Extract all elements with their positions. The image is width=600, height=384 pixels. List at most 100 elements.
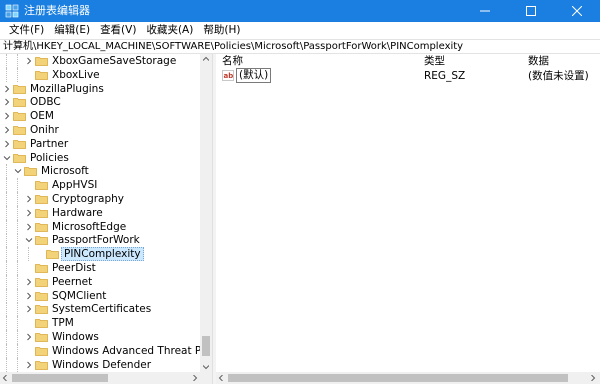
chevron-right-icon <box>27 278 32 286</box>
folder-icon <box>35 222 48 232</box>
scroll-left-button[interactable] <box>216 372 226 384</box>
scroll-left-button[interactable] <box>0 372 10 384</box>
expand-toggle[interactable] <box>24 360 34 370</box>
tree-item-label: AppHVSI <box>52 179 98 192</box>
folder-icon <box>35 235 48 246</box>
tree-item[interactable]: MicrosoftEdge <box>0 219 212 234</box>
tree-guide-line <box>6 164 7 179</box>
expand-toggle[interactable] <box>24 56 34 66</box>
expand-toggle[interactable] <box>24 222 34 232</box>
tree-item[interactable]: AppHVSI <box>0 178 212 193</box>
tree-guide-line <box>6 219 7 234</box>
tree-guide-line <box>6 302 7 317</box>
column-header-data[interactable]: 数据 <box>528 54 549 68</box>
tree-item[interactable]: ODBC <box>0 95 212 109</box>
tree-guide-line <box>17 205 18 220</box>
menu-favorites[interactable]: 收藏夹(A) <box>141 22 198 39</box>
column-header-type[interactable]: 类型 <box>424 54 445 68</box>
menu-edit[interactable]: 编辑(E) <box>49 22 95 39</box>
tree-item[interactable]: Microsoft <box>0 164 212 179</box>
tree-item[interactable]: Windows <box>0 330 212 344</box>
expand-toggle[interactable] <box>24 332 34 342</box>
collapse-toggle[interactable] <box>2 153 12 163</box>
tree-guide-line <box>6 274 7 289</box>
minimize-button[interactable] <box>462 0 508 22</box>
tree-item[interactable]: Windows Advanced Threat Protection <box>0 343 212 358</box>
tree-item-label: PINComplexity <box>61 247 144 262</box>
expand-toggle[interactable] <box>2 111 12 121</box>
tree-item-label: XboxLive <box>52 68 100 81</box>
tree-guide-line <box>6 233 7 248</box>
values-horizontal-scroll-thumb[interactable] <box>228 374 568 382</box>
close-button[interactable] <box>554 0 600 22</box>
column-header-name[interactable]: 名称 <box>222 54 243 68</box>
tree-guide-line <box>6 247 7 262</box>
tree-guide-line <box>6 178 7 193</box>
tree-guide-line <box>17 233 18 248</box>
collapse-toggle[interactable] <box>24 235 34 245</box>
string-value-icon: ab <box>222 70 234 81</box>
folder-icon <box>35 263 48 273</box>
address-bar[interactable]: 计算机\HKEY_LOCAL_MACHINE\SOFTWARE\Policies… <box>0 39 600 54</box>
tree-item[interactable]: Cryptography <box>0 192 212 206</box>
chevron-down-icon <box>3 155 11 160</box>
tree-item[interactable]: PassportForWork <box>0 233 212 248</box>
tree-guide-line <box>6 54 7 68</box>
tree-guide-line <box>6 288 7 303</box>
tree-item[interactable]: XboxGameSaveStorage <box>0 54 212 68</box>
tree-item[interactable]: Windows Defender <box>0 357 212 372</box>
tree-guide-line <box>6 67 7 82</box>
tree-horizontal-scrollbar[interactable] <box>0 372 212 384</box>
tree-item[interactable]: Partner <box>0 137 212 151</box>
value-row[interactable]: ab (默认) REG_SZ (数值未设置) <box>216 68 600 84</box>
tree-guide-line <box>17 302 18 317</box>
chevron-right-icon <box>193 375 198 381</box>
tree-item[interactable]: Peernet <box>0 274 212 289</box>
tree-item[interactable]: TPM <box>0 316 212 331</box>
expand-toggle[interactable] <box>24 291 34 301</box>
tree-item-label: Hardware <box>52 206 103 219</box>
scroll-down-button[interactable] <box>200 362 212 372</box>
values-pane: 名称 类型 数据 ab (默认) REG_SZ (数值未设置) <box>216 54 600 372</box>
expand-toggle[interactable] <box>2 97 12 107</box>
scroll-right-button[interactable] <box>190 372 200 384</box>
maximize-button[interactable] <box>508 0 554 22</box>
tree-item[interactable]: SystemCertificates <box>0 302 212 317</box>
tree-item[interactable]: Onihr <box>0 123 212 137</box>
expand-toggle[interactable] <box>24 304 34 314</box>
chevron-down-icon <box>25 238 33 243</box>
scroll-right-button[interactable] <box>588 372 598 384</box>
tree-item-label: TPM <box>52 317 74 330</box>
folder-icon <box>35 70 48 80</box>
tree-guide-line <box>17 316 18 331</box>
menu-view[interactable]: 查看(V) <box>95 22 141 39</box>
expand-toggle[interactable] <box>24 208 34 218</box>
tree-item[interactable]: Policies <box>0 151 212 165</box>
expand-toggle[interactable] <box>24 194 34 204</box>
tree-guide-line <box>6 316 7 331</box>
chevron-left-icon <box>218 375 223 381</box>
expand-toggle[interactable] <box>2 139 12 149</box>
tree-item[interactable]: XboxLive <box>0 67 212 82</box>
registry-key-tree: XboxGameSaveStorage XboxLive MozillaPlugin… <box>0 54 212 372</box>
tree-item[interactable]: MozillaPlugins <box>0 82 212 96</box>
tree-item[interactable]: SQMClient <box>0 288 212 303</box>
expand-toggle[interactable] <box>2 84 12 94</box>
tree-item[interactable]: Hardware <box>0 205 212 220</box>
value-name[interactable]: (默认) <box>236 68 272 83</box>
expand-toggle[interactable] <box>24 277 34 287</box>
tree-item-label: Windows Advanced Threat Protection <box>52 344 212 357</box>
tree-vertical-scrollbar[interactable] <box>200 54 212 372</box>
menu-help[interactable]: 帮助(H) <box>198 22 245 39</box>
menu-file[interactable]: 文件(F) <box>4 22 49 39</box>
scroll-up-button[interactable] <box>200 54 212 64</box>
collapse-toggle[interactable] <box>13 166 23 176</box>
tree-item[interactable]: PeerDist <box>0 261 212 275</box>
tree-item[interactable]: OEM <box>0 109 212 123</box>
values-horizontal-scrollbar[interactable] <box>216 372 600 384</box>
tree-horizontal-scroll-thumb[interactable] <box>12 374 108 382</box>
tree-guide-line <box>17 357 18 372</box>
expand-toggle[interactable] <box>2 125 12 135</box>
tree-item[interactable]: PINComplexity <box>0 247 212 262</box>
tree-vertical-scroll-thumb[interactable] <box>202 336 210 356</box>
